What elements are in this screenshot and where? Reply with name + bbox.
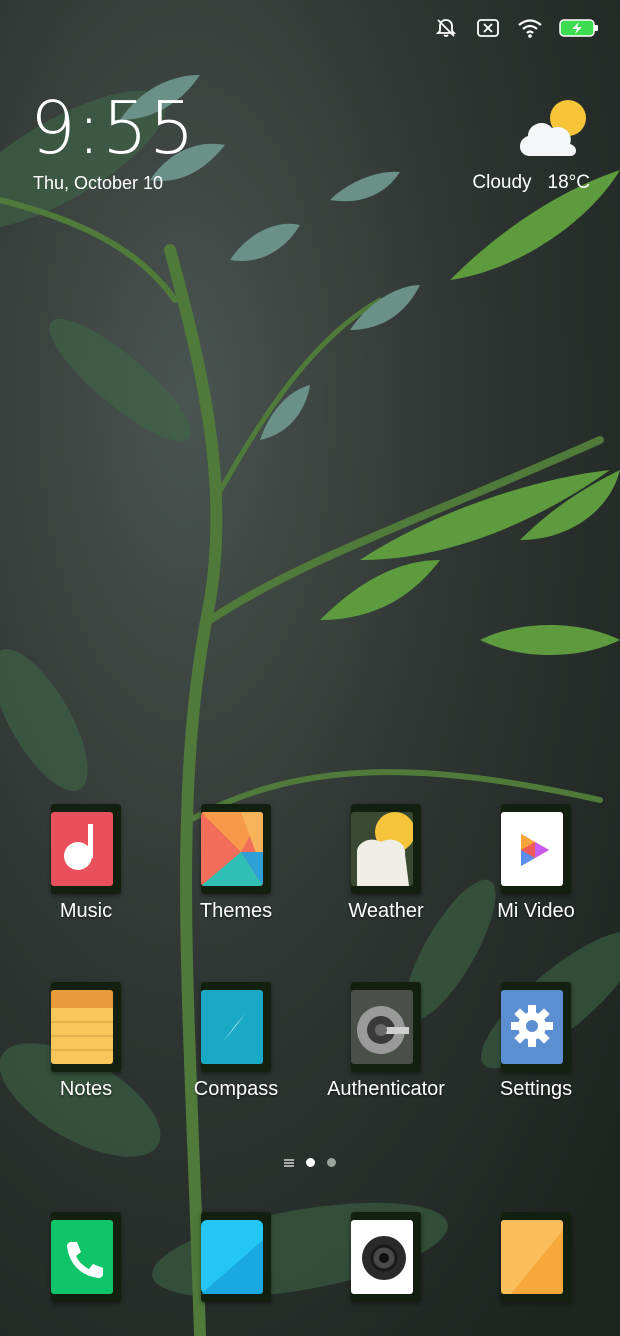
app-label: Weather — [348, 900, 424, 922]
no-sim-icon — [474, 17, 502, 39]
wallpaper — [0, 0, 620, 1336]
menu-lines-icon[interactable] — [284, 1158, 294, 1167]
app-notes[interactable]: Notes — [11, 982, 161, 1101]
app-themes[interactable]: Themes — [161, 804, 311, 923]
camera-icon — [351, 1220, 413, 1294]
gear-icon — [501, 990, 563, 1064]
app-label: Music — [59, 900, 113, 922]
messaging-icon — [201, 1220, 263, 1294]
dock-camera[interactable] — [311, 1212, 461, 1302]
app-label: Authenticator — [327, 1078, 445, 1100]
clock-time[interactable]: 9:55 — [30, 92, 196, 164]
dock-messaging[interactable] — [161, 1212, 311, 1302]
app-music[interactable]: Music — [11, 804, 161, 923]
page-dot-active[interactable] — [306, 1158, 315, 1167]
weather-temperature: 18°C — [547, 172, 590, 193]
authenticator-icon — [351, 990, 413, 1064]
weather-widget[interactable]: Cloudy 18°C — [472, 172, 590, 194]
battery-charging-icon — [558, 17, 600, 39]
notes-icon — [51, 990, 113, 1064]
dock-browser[interactable] — [461, 1212, 611, 1302]
app-label: Settings — [499, 1078, 573, 1100]
themes-icon — [201, 812, 263, 886]
weather-condition: Cloudy — [472, 172, 532, 193]
status-bar — [432, 14, 600, 42]
app-compass[interactable]: Compass — [161, 982, 311, 1101]
weather-sun-cloud-icon — [351, 812, 413, 886]
compass-icon — [201, 990, 263, 1064]
dock-phone[interactable] — [11, 1212, 161, 1302]
alarm-off-icon — [432, 17, 460, 39]
partly-cloudy-icon[interactable] — [516, 98, 590, 160]
app-authenticator[interactable]: Authenticator — [311, 982, 461, 1101]
app-label: Compass — [193, 1078, 279, 1100]
app-label: Mi Video — [497, 900, 575, 922]
page-indicator — [0, 1158, 620, 1167]
app-label: Themes — [199, 900, 273, 922]
music-note-icon — [51, 812, 113, 886]
clock-date[interactable]: Thu, October 10 — [33, 173, 163, 194]
app-settings[interactable]: Settings — [461, 982, 611, 1101]
page-dot[interactable] — [327, 1158, 336, 1167]
app-weather[interactable]: Weather — [311, 804, 461, 923]
app-label: Notes — [59, 1078, 113, 1100]
phone-icon — [51, 1220, 113, 1294]
browser-icon — [501, 1220, 563, 1294]
play-icon — [501, 812, 563, 886]
wifi-icon — [516, 17, 544, 39]
app-mi-video[interactable]: Mi Video — [461, 804, 611, 923]
